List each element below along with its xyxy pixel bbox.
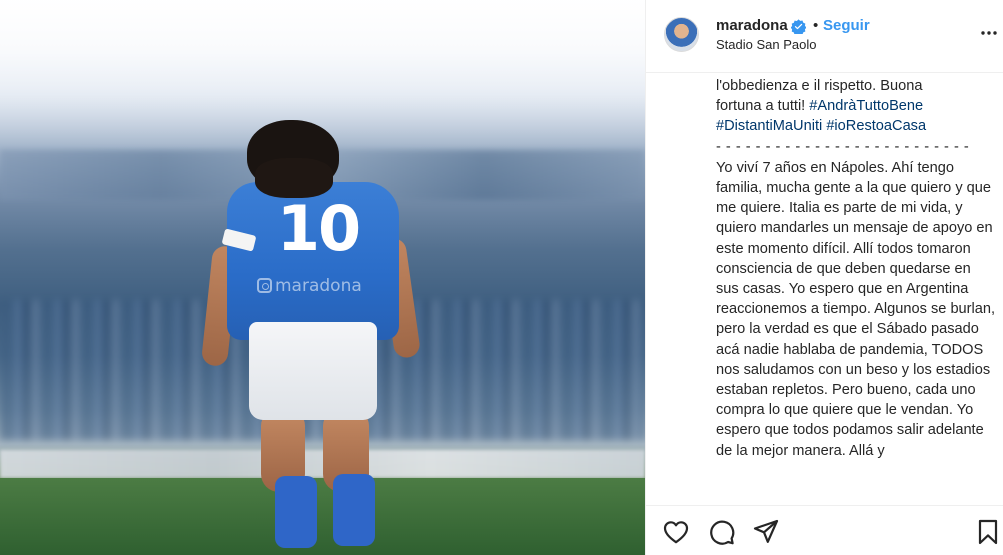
username-link[interactable]: maradona: [716, 17, 788, 34]
hashtag-distantimauniti[interactable]: #DistantiMaUniti: [716, 118, 822, 134]
more-options-icon[interactable]: [980, 26, 998, 40]
post-side-panel: maradona • Seguir Stadio San Paolo l'obb…: [645, 0, 1003, 555]
follow-button[interactable]: Seguir: [823, 17, 870, 34]
caption-italian-line-1: l'obbedienza e il rispetto. Buona: [716, 78, 923, 94]
bookmark-icon[interactable]: [974, 518, 1002, 546]
hashtag-iorestoacasa[interactable]: #ioRestoaCasa: [826, 118, 926, 134]
comment-icon[interactable]: [708, 518, 736, 546]
left-sock: [275, 476, 317, 548]
caption-separator: - - - - - - - - - - - - - - - - - - - - …: [716, 138, 970, 155]
player-figure: 10 maradona: [200, 118, 422, 555]
watermark-text: maradona: [275, 276, 362, 296]
verified-badge-icon: [791, 19, 806, 34]
heart-icon[interactable]: [662, 518, 690, 546]
right-sock: [333, 474, 375, 546]
caption-italian-line-2: fortuna a tutti! #AndràTuttoBene: [716, 96, 996, 116]
player-shorts: [249, 322, 377, 420]
jersey-number: 10: [276, 192, 361, 265]
caption-spanish-text: Yo viví 7 años en Nápoles. Ahí tengo fam…: [716, 159, 996, 459]
post-image[interactable]: 10 maradona: [0, 0, 645, 555]
avatar[interactable]: [664, 17, 699, 52]
caption-italian-text: fortuna a tutti!: [716, 98, 810, 115]
hashtag-andratuttobene[interactable]: #AndràTuttoBene: [809, 98, 923, 114]
header-separator: •: [813, 17, 819, 34]
post-caption: l'obbedienza e il rispetto. Buona fortun…: [716, 76, 996, 500]
location-link[interactable]: Stadio San Paolo: [716, 37, 816, 52]
post-header: maradona • Seguir Stadio San Paolo: [646, 0, 1003, 73]
caption-hashtags-line: #DistantiMaUniti #ioRestoaCasa: [716, 116, 996, 136]
photo-watermark: maradona: [257, 276, 362, 296]
share-icon[interactable]: [752, 518, 780, 546]
post-actions-bar: [646, 505, 1003, 555]
instagram-logo-icon: [257, 278, 272, 293]
